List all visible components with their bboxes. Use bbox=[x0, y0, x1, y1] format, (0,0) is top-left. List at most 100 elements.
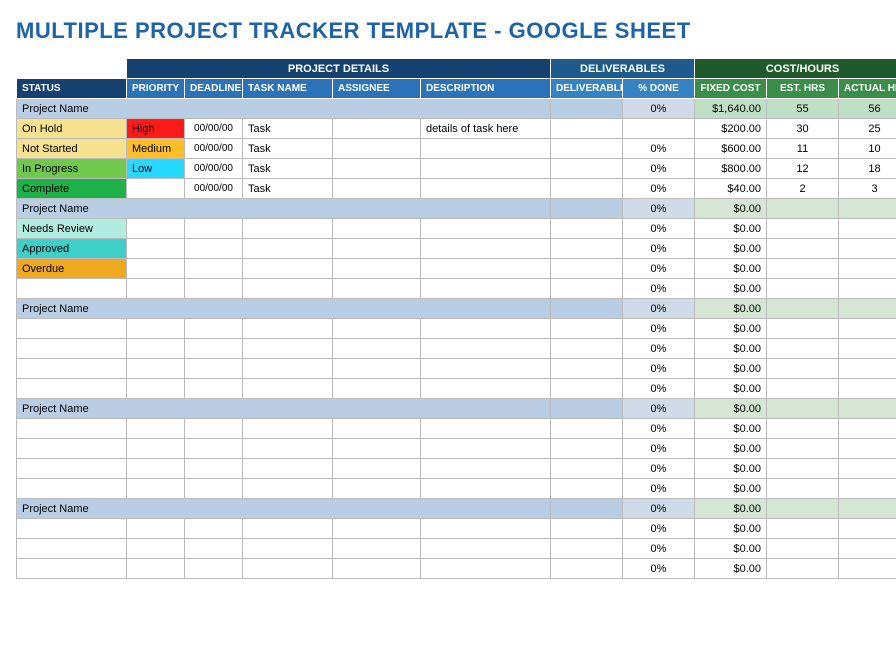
assignee-cell[interactable] bbox=[333, 339, 421, 359]
est-hrs-cell[interactable] bbox=[767, 359, 839, 379]
percent-done-cell[interactable]: 0% bbox=[623, 439, 695, 459]
est-hrs-cell[interactable]: 12 bbox=[767, 159, 839, 179]
est-hrs-cell[interactable] bbox=[767, 539, 839, 559]
percent-done-cell[interactable]: 0% bbox=[623, 279, 695, 299]
task-cell[interactable] bbox=[243, 519, 333, 539]
deadline-cell[interactable] bbox=[185, 239, 243, 259]
description-cell[interactable] bbox=[421, 239, 551, 259]
actual-hrs-cell[interactable] bbox=[839, 379, 896, 399]
est-hrs-cell[interactable] bbox=[767, 319, 839, 339]
fixed-cost-cell[interactable]: $0.00 bbox=[695, 259, 767, 279]
project-deliverable-cell[interactable] bbox=[551, 499, 623, 519]
project-name-cell[interactable]: Project Name bbox=[17, 399, 551, 419]
status-cell[interactable]: In Progress bbox=[17, 159, 127, 179]
status-cell[interactable] bbox=[17, 339, 127, 359]
fixed-cost-cell[interactable]: $0.00 bbox=[695, 439, 767, 459]
assignee-cell[interactable] bbox=[333, 479, 421, 499]
est-hrs-cell[interactable] bbox=[767, 559, 839, 579]
col-description[interactable]: DESCRIPTION bbox=[421, 79, 551, 99]
deadline-cell[interactable] bbox=[185, 479, 243, 499]
task-cell[interactable]: Task bbox=[243, 159, 333, 179]
percent-done-cell[interactable]: 0% bbox=[623, 419, 695, 439]
description-cell[interactable] bbox=[421, 379, 551, 399]
actual-hrs-cell[interactable] bbox=[839, 279, 896, 299]
deadline-cell[interactable] bbox=[185, 319, 243, 339]
percent-done-cell[interactable]: 0% bbox=[623, 379, 695, 399]
actual-hrs-cell[interactable]: 3 bbox=[839, 179, 896, 199]
actual-hrs-cell[interactable] bbox=[839, 539, 896, 559]
est-hrs-cell[interactable] bbox=[767, 239, 839, 259]
actual-hrs-cell[interactable] bbox=[839, 339, 896, 359]
deadline-cell[interactable]: 00/00/00 bbox=[185, 139, 243, 159]
percent-done-cell[interactable]: 0% bbox=[623, 319, 695, 339]
project-est-cell[interactable] bbox=[767, 399, 839, 419]
assignee-cell[interactable] bbox=[333, 259, 421, 279]
assignee-cell[interactable] bbox=[333, 519, 421, 539]
status-cell[interactable] bbox=[17, 439, 127, 459]
deadline-cell[interactable] bbox=[185, 359, 243, 379]
percent-done-cell[interactable]: 0% bbox=[623, 259, 695, 279]
deadline-cell[interactable] bbox=[185, 419, 243, 439]
col-task[interactable]: TASK NAME bbox=[243, 79, 333, 99]
actual-hrs-cell[interactable]: 10 bbox=[839, 139, 896, 159]
deliverable-cell[interactable] bbox=[551, 439, 623, 459]
task-cell[interactable] bbox=[243, 539, 333, 559]
deadline-cell[interactable] bbox=[185, 459, 243, 479]
project-deliverable-cell[interactable] bbox=[551, 99, 623, 119]
assignee-cell[interactable] bbox=[333, 419, 421, 439]
task-cell[interactable]: Task bbox=[243, 119, 333, 139]
col-deadline[interactable]: DEADLINE bbox=[185, 79, 243, 99]
fixed-cost-cell[interactable]: $800.00 bbox=[695, 159, 767, 179]
est-hrs-cell[interactable]: 2 bbox=[767, 179, 839, 199]
status-cell[interactable]: Approved bbox=[17, 239, 127, 259]
status-cell[interactable] bbox=[17, 459, 127, 479]
actual-hrs-cell[interactable] bbox=[839, 479, 896, 499]
percent-done-cell[interactable]: 0% bbox=[623, 459, 695, 479]
percent-done-cell[interactable]: 0% bbox=[623, 339, 695, 359]
priority-cell[interactable] bbox=[127, 439, 185, 459]
description-cell[interactable] bbox=[421, 279, 551, 299]
priority-cell[interactable] bbox=[127, 359, 185, 379]
est-hrs-cell[interactable] bbox=[767, 339, 839, 359]
deadline-cell[interactable] bbox=[185, 339, 243, 359]
fixed-cost-cell[interactable]: $0.00 bbox=[695, 419, 767, 439]
col-fixed-cost[interactable]: FIXED COST bbox=[695, 79, 767, 99]
status-cell[interactable] bbox=[17, 519, 127, 539]
task-cell[interactable] bbox=[243, 479, 333, 499]
est-hrs-cell[interactable] bbox=[767, 279, 839, 299]
assignee-cell[interactable] bbox=[333, 319, 421, 339]
project-deliverable-cell[interactable] bbox=[551, 199, 623, 219]
deliverable-cell[interactable] bbox=[551, 179, 623, 199]
priority-cell[interactable] bbox=[127, 459, 185, 479]
deliverable-cell[interactable] bbox=[551, 359, 623, 379]
task-cell[interactable] bbox=[243, 279, 333, 299]
description-cell[interactable] bbox=[421, 219, 551, 239]
percent-done-cell[interactable]: 0% bbox=[623, 559, 695, 579]
project-act-cell[interactable] bbox=[839, 199, 896, 219]
assignee-cell[interactable] bbox=[333, 539, 421, 559]
fixed-cost-cell[interactable]: $0.00 bbox=[695, 379, 767, 399]
project-cost-cell[interactable]: $1,640.00 bbox=[695, 99, 767, 119]
deliverable-cell[interactable] bbox=[551, 539, 623, 559]
fixed-cost-cell[interactable]: $200.00 bbox=[695, 119, 767, 139]
priority-cell[interactable] bbox=[127, 339, 185, 359]
task-cell[interactable] bbox=[243, 379, 333, 399]
fixed-cost-cell[interactable]: $0.00 bbox=[695, 459, 767, 479]
description-cell[interactable] bbox=[421, 439, 551, 459]
actual-hrs-cell[interactable] bbox=[839, 519, 896, 539]
status-cell[interactable]: Not Started bbox=[17, 139, 127, 159]
project-est-cell[interactable] bbox=[767, 199, 839, 219]
actual-hrs-cell[interactable] bbox=[839, 559, 896, 579]
col-status[interactable]: STATUS bbox=[17, 79, 127, 99]
task-cell[interactable] bbox=[243, 319, 333, 339]
percent-done-cell[interactable]: 0% bbox=[623, 239, 695, 259]
est-hrs-cell[interactable] bbox=[767, 419, 839, 439]
project-done-cell[interactable]: 0% bbox=[623, 499, 695, 519]
actual-hrs-cell[interactable] bbox=[839, 459, 896, 479]
col-percent-done[interactable]: % DONE bbox=[623, 79, 695, 99]
project-name-cell[interactable]: Project Name bbox=[17, 499, 551, 519]
priority-cell[interactable] bbox=[127, 559, 185, 579]
priority-cell[interactable] bbox=[127, 259, 185, 279]
description-cell[interactable] bbox=[421, 559, 551, 579]
assignee-cell[interactable] bbox=[333, 279, 421, 299]
